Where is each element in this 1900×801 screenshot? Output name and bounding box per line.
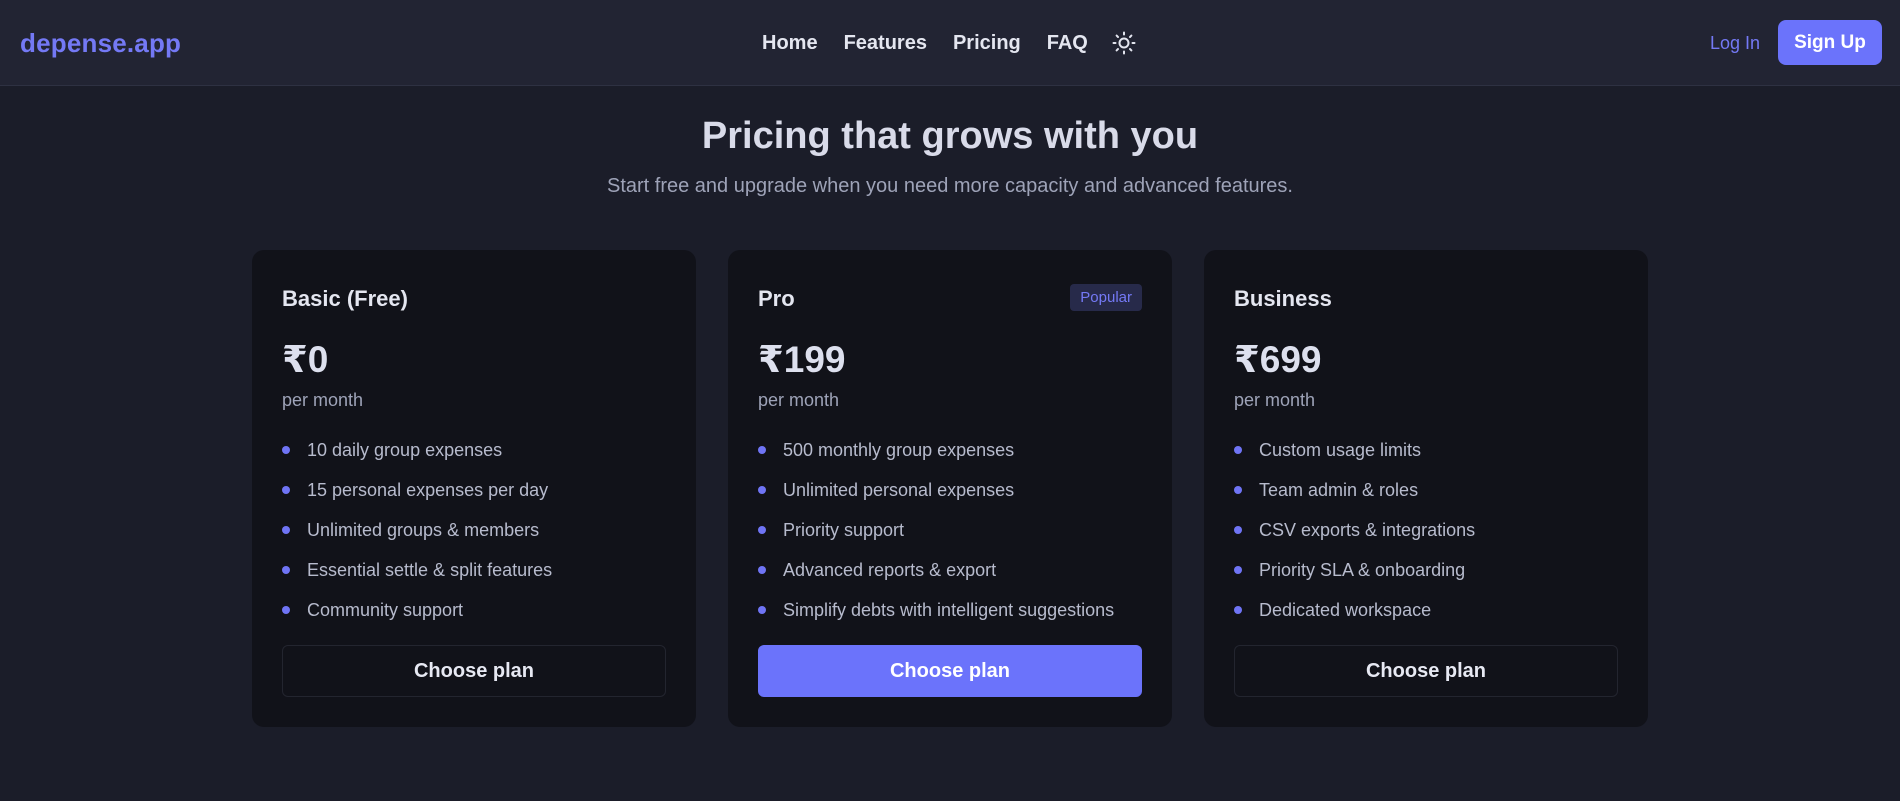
- plan-feature-text: Dedicated workspace: [1259, 599, 1432, 620]
- sun-icon: [1112, 31, 1136, 55]
- plan-period: per month: [282, 390, 364, 410]
- plan-feature-text: CSV exports & integrations: [1259, 519, 1476, 540]
- page-subtitle: Start free and upgrade when you need mor…: [606, 175, 1293, 197]
- choose-plan-button-basic[interactable]: Choose plan: [282, 645, 666, 697]
- plan-feature: 10 daily group expenses: [282, 430, 552, 470]
- plan-feature-text: Essential settle & split features: [307, 559, 553, 580]
- plan-name: Basic (Free): [282, 286, 408, 311]
- plan-feature: Advanced reports & export: [758, 550, 1114, 590]
- plan-period: per month: [758, 390, 840, 410]
- plan-feature-text: Custom usage limits: [1259, 439, 1422, 460]
- nav-link-features[interactable]: Features: [844, 32, 927, 55]
- plan-feature-list: 500 monthly group expenses Unlimited per…: [758, 430, 1114, 630]
- choose-plan-button-pro[interactable]: Choose plan: [758, 645, 1142, 697]
- plan-feature-text: Advanced reports & export: [783, 559, 997, 580]
- bullet-icon: [282, 486, 290, 494]
- login-link[interactable]: Log In: [1710, 33, 1760, 54]
- brand-logo[interactable]: depense.app: [20, 28, 181, 59]
- bullet-icon: [758, 526, 766, 534]
- plan-feature-text: 10 daily group expenses: [307, 439, 503, 460]
- nav-link-pricing[interactable]: Pricing: [953, 32, 1021, 55]
- bullet-icon: [282, 606, 290, 614]
- plan-feature-text: Unlimited personal expenses: [783, 479, 1015, 500]
- plan-feature: Custom usage limits: [1234, 430, 1475, 470]
- plan-feature: Unlimited groups & members: [282, 510, 552, 550]
- bullet-icon: [758, 446, 766, 454]
- bullet-icon: [1234, 606, 1242, 614]
- choose-plan-button-business[interactable]: Choose plan: [1234, 645, 1618, 697]
- plan-feature: Team admin & roles: [1234, 470, 1475, 510]
- bullet-icon: [282, 526, 290, 534]
- plan-card-pro: Pro Popular ₹199 per month 500 monthly g…: [728, 250, 1172, 727]
- main-nav: Home Features Pricing FAQ: [762, 31, 1136, 55]
- plan-feature: CSV exports & integrations: [1234, 510, 1475, 550]
- plan-card-business: Business ₹699 per month Custom usage lim…: [1204, 250, 1648, 727]
- plan-feature-text: 15 personal expenses per day: [307, 479, 549, 500]
- plan-name: Business: [1234, 286, 1332, 311]
- plan-feature-text: Simplify debts with intelligent suggesti…: [783, 599, 1115, 620]
- plan-feature-list: Custom usage limits Team admin & roles C…: [1234, 430, 1475, 630]
- plan-feature-list: 10 daily group expenses 15 personal expe…: [282, 430, 552, 630]
- plan-feature-text: Team admin & roles: [1259, 479, 1419, 500]
- plan-feature: Community support: [282, 590, 552, 630]
- plan-feature-text: Priority support: [783, 519, 905, 540]
- signup-button[interactable]: Sign Up: [1778, 20, 1882, 65]
- popular-badge: Popular: [1070, 284, 1142, 311]
- plan-period: per month: [1234, 390, 1316, 410]
- plan-name: Pro: [758, 286, 795, 311]
- top-navbar: depense.app Home Features Pricing FAQ Lo…: [0, 0, 1900, 86]
- plan-feature: Unlimited personal expenses: [758, 470, 1114, 510]
- plan-feature-text: Community support: [307, 599, 464, 620]
- plan-feature: Dedicated workspace: [1234, 590, 1475, 630]
- nav-link-home[interactable]: Home: [762, 32, 818, 55]
- plan-feature: 15 personal expenses per day: [282, 470, 552, 510]
- bullet-icon: [1234, 486, 1242, 494]
- plan-feature: Simplify debts with intelligent suggesti…: [758, 590, 1114, 630]
- plan-feature: 500 monthly group expenses: [758, 430, 1114, 470]
- plan-card-basic: Basic (Free) ₹0 per month 10 daily group…: [252, 250, 696, 727]
- plan-feature: Priority support: [758, 510, 1114, 550]
- page-title: Pricing that grows with you: [701, 115, 1199, 157]
- bullet-icon: [1234, 566, 1242, 574]
- plan-feature: Essential settle & split features: [282, 550, 552, 590]
- plan-price: ₹0: [282, 339, 329, 380]
- plan-price: ₹699: [1234, 339, 1322, 380]
- plan-feature: Priority SLA & onboarding: [1234, 550, 1475, 590]
- plan-feature-text: 500 monthly group expenses: [783, 439, 1015, 460]
- bullet-icon: [282, 566, 290, 574]
- plan-feature-text: Priority SLA & onboarding: [1259, 559, 1466, 580]
- bullet-icon: [1234, 526, 1242, 534]
- bullet-icon: [758, 606, 766, 614]
- plan-feature-text: Unlimited groups & members: [307, 519, 540, 540]
- theme-toggle-button[interactable]: [1112, 31, 1136, 55]
- plan-price: ₹199: [758, 339, 846, 380]
- bullet-icon: [758, 566, 766, 574]
- bullet-icon: [282, 446, 290, 454]
- bullet-icon: [758, 486, 766, 494]
- nav-link-faq[interactable]: FAQ: [1047, 32, 1088, 55]
- bullet-icon: [1234, 446, 1242, 454]
